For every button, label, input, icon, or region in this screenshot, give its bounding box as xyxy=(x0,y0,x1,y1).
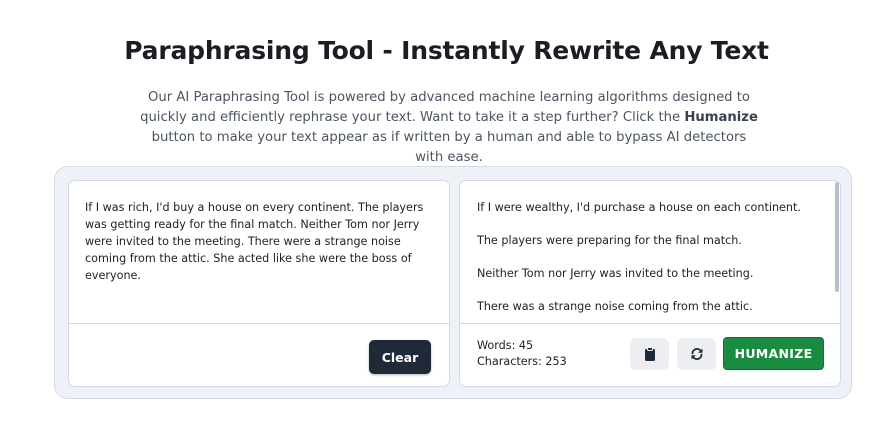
output-scrollbar[interactable] xyxy=(835,182,839,292)
regenerate-button[interactable] xyxy=(677,338,716,370)
description-humanize-emphasis: Humanize xyxy=(684,110,758,125)
page: Paraphrasing Tool - Instantly Rewrite An… xyxy=(0,0,893,424)
clear-button[interactable]: Clear xyxy=(369,340,431,374)
output-text[interactable]: If I were wealthy, I'd purchase a house … xyxy=(477,199,827,331)
humanize-button[interactable]: HUMANIZE xyxy=(723,337,824,370)
output-sentence: Neither Tom nor Jerry was invited to the… xyxy=(477,267,754,280)
output-divider xyxy=(460,323,840,324)
output-sentence: The players were preparing for the final… xyxy=(477,234,742,247)
refresh-icon xyxy=(691,348,702,360)
output-sentence: There was a strange noise coming from th… xyxy=(477,300,753,313)
output-card: If I were wealthy, I'd purchase a house … xyxy=(459,180,841,387)
input-divider xyxy=(69,323,449,324)
copy-button[interactable] xyxy=(630,338,669,370)
input-textarea[interactable]: If I was rich, I'd buy a house on every … xyxy=(85,199,435,284)
clipboard-icon xyxy=(644,347,655,361)
paraphraser-panel: If I was rich, I'd buy a house on every … xyxy=(54,166,852,399)
word-count: Words: 45 xyxy=(477,339,534,352)
input-card: If I was rich, I'd buy a house on every … xyxy=(68,180,450,387)
text-stats: Words: 45 Characters: 253 xyxy=(477,338,567,370)
output-sentence: If I were wealthy, I'd purchase a house … xyxy=(477,201,801,214)
page-description: Our AI Paraphrasing Tool is powered by a… xyxy=(136,88,762,168)
description-text-end: button to make your text appear as if wr… xyxy=(151,130,747,165)
description-text-start: Our AI Paraphrasing Tool is powered by a… xyxy=(140,90,750,125)
page-title: Paraphrasing Tool - Instantly Rewrite An… xyxy=(124,36,769,65)
character-count: Characters: 253 xyxy=(477,355,567,368)
